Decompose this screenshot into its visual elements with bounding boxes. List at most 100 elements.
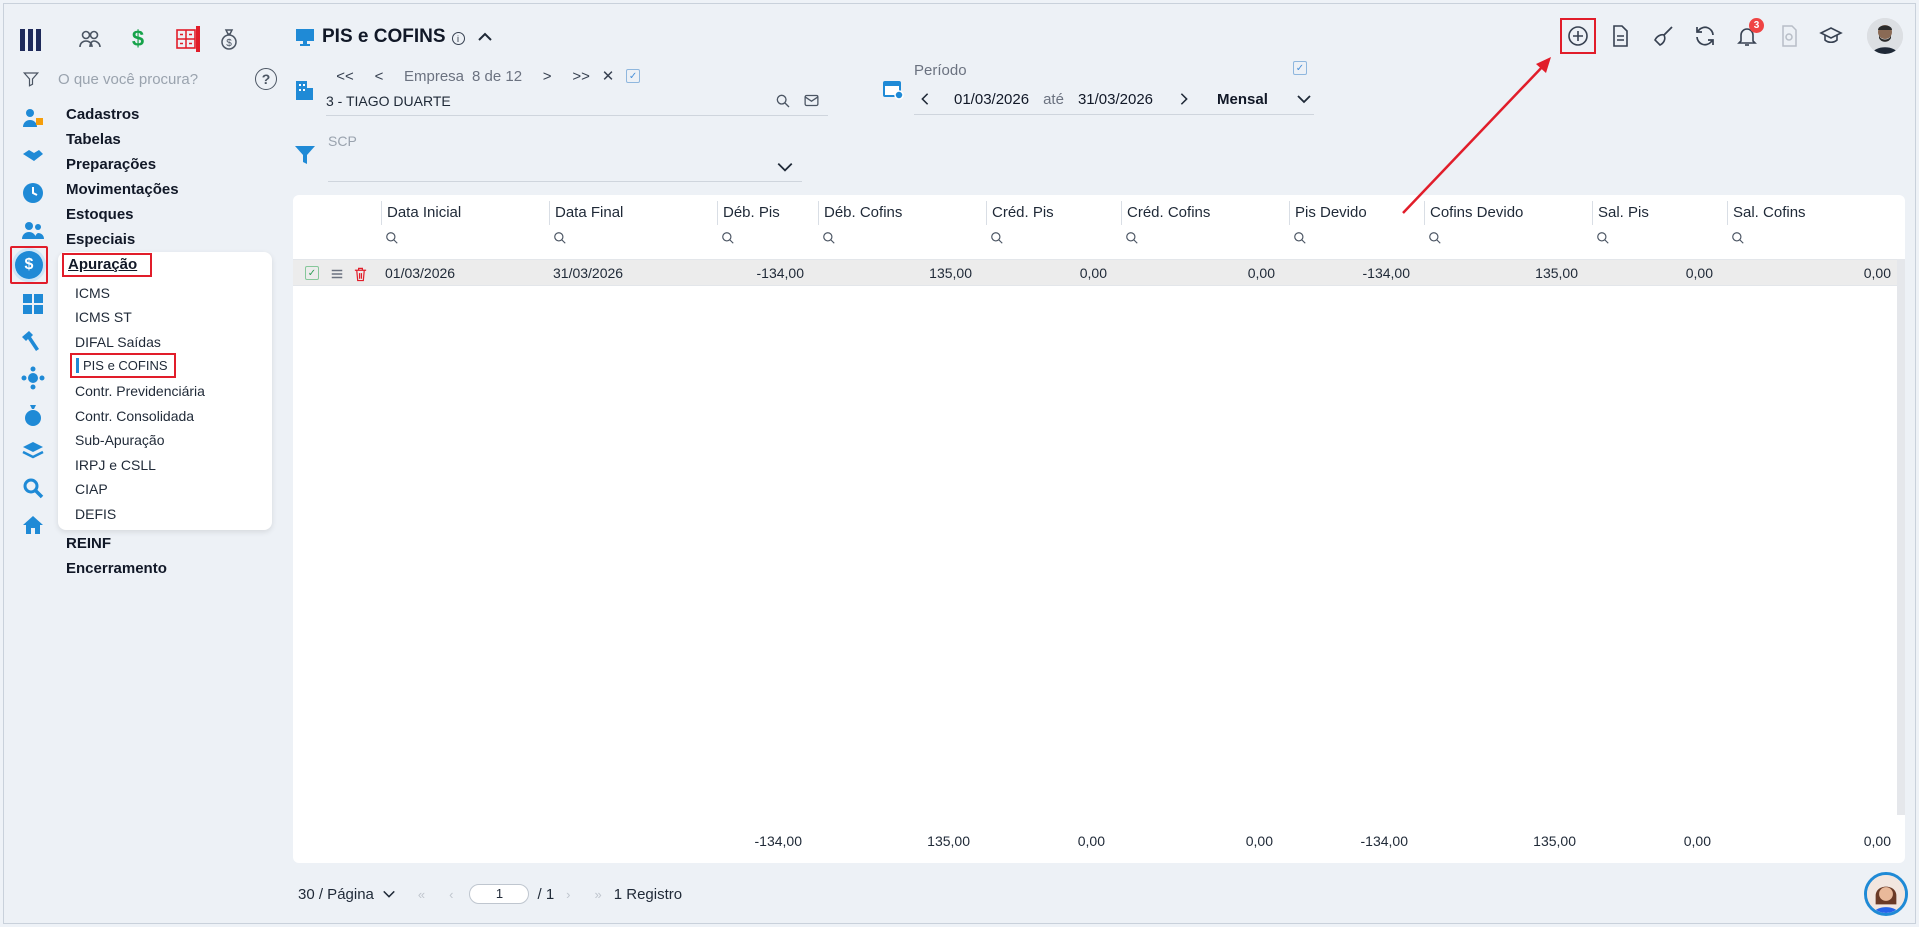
vertical-scrollbar[interactable] bbox=[1897, 259, 1905, 815]
tool-rail-icon[interactable] bbox=[19, 327, 47, 355]
next-empresa-button[interactable]: > bbox=[530, 68, 564, 85]
support-avatar[interactable] bbox=[1864, 872, 1908, 916]
training-button[interactable] bbox=[1813, 18, 1849, 54]
app-logo[interactable] bbox=[18, 25, 48, 55]
add-button[interactable] bbox=[1560, 18, 1596, 54]
column-search-icon[interactable] bbox=[1293, 231, 1307, 245]
submenu-item-icms-st[interactable]: ICMS ST bbox=[75, 306, 132, 328]
chevron-down-icon[interactable] bbox=[1296, 91, 1312, 107]
cadastros-rail-icon[interactable] bbox=[19, 104, 47, 132]
search-icon[interactable] bbox=[775, 93, 791, 109]
column-header[interactable]: Déb. Cofins bbox=[818, 201, 986, 225]
submenu-item-ciap[interactable]: CIAP bbox=[75, 478, 108, 500]
chevron-down-icon[interactable] bbox=[776, 158, 794, 176]
column-header[interactable]: Créd. Cofins bbox=[1121, 201, 1289, 225]
table-row[interactable]: ✓ 01/03/2026 31/03/2026 -134,00 135,00 0… bbox=[293, 259, 1905, 286]
help-icon[interactable]: ? bbox=[255, 68, 277, 90]
periodo-end[interactable]: 31/03/2026 bbox=[1078, 91, 1153, 108]
first-empresa-button[interactable]: << bbox=[328, 68, 362, 85]
chevron-down-icon[interactable] bbox=[382, 887, 396, 901]
menu-item-preparacoes[interactable]: Preparações bbox=[66, 152, 179, 177]
first-page-button[interactable]: « bbox=[418, 887, 425, 902]
mail-icon[interactable] bbox=[803, 92, 820, 109]
apuracao-rail-icon[interactable]: $ bbox=[10, 246, 48, 284]
column-header[interactable]: Data Final bbox=[549, 201, 717, 225]
next-page-button[interactable]: › bbox=[566, 887, 570, 902]
periodo-mode-select[interactable]: Mensal bbox=[1217, 91, 1268, 108]
users-app-icon[interactable] bbox=[66, 22, 114, 56]
clear-button[interactable] bbox=[1645, 18, 1681, 54]
submenu-item-contr-consolidada[interactable]: Contr. Consolidada bbox=[75, 405, 194, 427]
prev-page-button[interactable]: ‹ bbox=[449, 887, 453, 902]
search-rail-icon[interactable] bbox=[19, 474, 47, 502]
column-search-icon[interactable] bbox=[1596, 231, 1610, 245]
column-header[interactable]: Cofins Devido bbox=[1424, 201, 1592, 225]
column-header[interactable]: Déb. Pis bbox=[717, 201, 818, 225]
chevron-left-icon[interactable] bbox=[918, 92, 932, 106]
clear-empresa-button[interactable]: ✕ bbox=[598, 67, 618, 85]
column-search-icon[interactable] bbox=[990, 231, 1004, 245]
info-icon[interactable]: i bbox=[451, 32, 465, 45]
row-checkbox[interactable]: ✓ bbox=[305, 266, 319, 280]
chevron-right-icon[interactable] bbox=[1177, 92, 1191, 106]
report-button[interactable] bbox=[1771, 18, 1807, 54]
scp-select[interactable] bbox=[328, 152, 802, 182]
trash-icon[interactable] bbox=[353, 266, 368, 282]
money-bag-rail-icon[interactable] bbox=[19, 401, 47, 429]
column-header[interactable]: Sal. Cofins bbox=[1727, 201, 1897, 225]
column-search-icon[interactable] bbox=[385, 231, 399, 245]
prev-empresa-button[interactable]: < bbox=[362, 68, 396, 85]
page-size-select[interactable]: 30 / Página bbox=[298, 886, 374, 903]
submenu-item-defis[interactable]: DEFIS bbox=[75, 503, 116, 525]
menu-search[interactable]: O que você procura? ? bbox=[22, 66, 277, 92]
money-bag-app-icon[interactable]: $ bbox=[210, 22, 248, 56]
submenu-item-difal-saidas[interactable]: DIFAL Saídas bbox=[75, 331, 161, 353]
column-header[interactable]: Pis Devido bbox=[1289, 201, 1424, 225]
drag-handle-icon[interactable] bbox=[330, 267, 344, 281]
submenu-item-pis-cofins[interactable]: PIS e COFINS bbox=[70, 353, 176, 378]
chevron-up-icon[interactable] bbox=[477, 29, 493, 45]
column-header[interactable]: Créd. Pis bbox=[986, 201, 1121, 225]
column-search-icon[interactable] bbox=[1125, 231, 1139, 245]
menu-item-estoques[interactable]: Estoques bbox=[66, 202, 179, 227]
last-empresa-button[interactable]: >> bbox=[564, 68, 598, 85]
notifications-button[interactable]: 3 bbox=[1729, 18, 1765, 54]
network-rail-icon[interactable] bbox=[19, 364, 47, 392]
periodo-field[interactable]: 01/03/2026 até 31/03/2026 Mensal bbox=[914, 84, 1314, 115]
home-rail-icon[interactable] bbox=[19, 511, 47, 539]
submenu-item-contr-previdenciaria[interactable]: Contr. Previdenciária bbox=[75, 380, 205, 402]
calculator-app-icon[interactable] bbox=[162, 22, 210, 56]
clock-rail-icon[interactable] bbox=[19, 179, 47, 207]
search-input[interactable]: O que você procura? bbox=[58, 71, 255, 88]
menu-item-cadastros[interactable]: Cadastros bbox=[66, 102, 179, 127]
column-header[interactable]: Data Inicial bbox=[381, 201, 549, 225]
submenu-item-irpj-csll[interactable]: IRPJ e CSLL bbox=[75, 454, 156, 476]
users-rail-icon[interactable] bbox=[19, 216, 47, 244]
refresh-button[interactable] bbox=[1687, 18, 1723, 54]
periodo-checkbox[interactable]: ✓ bbox=[1293, 61, 1307, 75]
column-search-icon[interactable] bbox=[822, 231, 836, 245]
column-search-icon[interactable] bbox=[1428, 231, 1442, 245]
last-page-button[interactable]: » bbox=[595, 887, 602, 902]
empresa-field[interactable]: 3 - TIAGO DUARTE bbox=[326, 86, 828, 116]
column-search-icon[interactable] bbox=[1731, 231, 1745, 245]
menu-item-movimentacoes[interactable]: Movimentações bbox=[66, 177, 179, 202]
user-avatar[interactable] bbox=[1867, 18, 1903, 54]
column-search-icon[interactable] bbox=[721, 231, 735, 245]
layers-rail-icon[interactable] bbox=[19, 437, 47, 465]
column-header[interactable]: Sal. Pis bbox=[1592, 201, 1727, 225]
menu-item-reinf[interactable]: REINF bbox=[66, 535, 111, 552]
column-search-icon[interactable] bbox=[553, 231, 567, 245]
document-button[interactable] bbox=[1602, 18, 1638, 54]
calculator-rail-icon[interactable] bbox=[19, 290, 47, 318]
menu-item-tabelas[interactable]: Tabelas bbox=[66, 127, 179, 152]
handshake-rail-icon[interactable] bbox=[19, 142, 47, 170]
dollar-app-icon[interactable]: $ bbox=[114, 22, 162, 56]
menu-item-encerramento[interactable]: Encerramento bbox=[66, 560, 167, 577]
submenu-item-icms[interactable]: ICMS bbox=[75, 282, 110, 304]
menu-item-apuracao[interactable]: Apuração bbox=[62, 253, 152, 277]
submenu-item-sub-apuracao[interactable]: Sub-Apuração bbox=[75, 429, 165, 451]
periodo-start[interactable]: 01/03/2026 bbox=[954, 91, 1029, 108]
empresa-checkbox[interactable]: ✓ bbox=[626, 69, 641, 83]
page-input[interactable]: 1 bbox=[469, 884, 530, 904]
